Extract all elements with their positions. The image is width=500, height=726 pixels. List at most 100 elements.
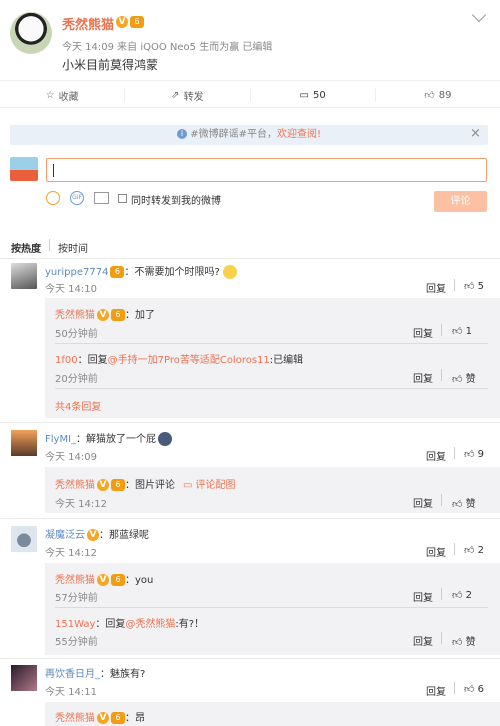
thumb-up-icon: 👍︎ xyxy=(464,684,475,695)
post-text: 小米目前莫得鸿蒙 xyxy=(62,58,159,72)
reply-button[interactable]: 回复 xyxy=(413,633,433,648)
image-icon: ▭ xyxy=(183,480,193,491)
thumb-up-icon: 👍︎ xyxy=(452,374,463,385)
reply-button[interactable]: 回复 xyxy=(413,495,433,510)
divider xyxy=(441,632,442,644)
mention-link[interactable]: @手持一加7Pro苦等适配Coloros11 xyxy=(108,355,270,366)
divider xyxy=(0,422,500,423)
repost-button[interactable]: ⇗ 转发 xyxy=(125,88,251,103)
comment-time: 今天 14:12 xyxy=(45,548,97,559)
emoji-icon xyxy=(222,265,237,279)
divider xyxy=(454,543,455,555)
reply-like-button[interactable]: 👍︎ 赞 xyxy=(452,370,476,385)
reply-user[interactable]: 秃然熊猫 xyxy=(55,310,95,321)
comment-text: ：魅族有? xyxy=(100,669,146,680)
avatar[interactable] xyxy=(11,263,37,289)
comment-user[interactable]: FlyMI_ xyxy=(45,434,76,445)
divider xyxy=(0,658,500,659)
reply-user[interactable]: 秃然熊猫 xyxy=(55,713,95,724)
divider xyxy=(454,447,455,459)
divider xyxy=(441,324,442,336)
reply-button[interactable]: 回复 xyxy=(413,370,433,385)
divider xyxy=(55,343,488,344)
verified-badge: V6 xyxy=(116,16,144,28)
reply-like-button[interactable]: 👍︎ 赞 xyxy=(452,633,476,648)
my-avatar xyxy=(10,157,38,181)
thumb-up-icon: 👍︎ xyxy=(464,281,475,292)
sort-time-tab[interactable]: 按时间 xyxy=(58,240,88,255)
thumb-up-icon: 👍︎ xyxy=(452,637,463,648)
comment-like-button[interactable]: 👍︎ 6 xyxy=(464,683,484,695)
reply-text: :已编辑 xyxy=(269,355,304,366)
divider xyxy=(454,279,455,291)
emoji-icon[interactable] xyxy=(46,191,60,205)
gif-icon[interactable]: GIF xyxy=(70,191,84,205)
comment-text: ：不需要加个时限吗? xyxy=(124,267,220,278)
notice-close-button[interactable]: × xyxy=(470,126,481,141)
verified-badge: V xyxy=(97,309,109,321)
more-replies-link[interactable]: 共4条回复 xyxy=(55,398,101,413)
author-avatar[interactable] xyxy=(10,12,52,54)
submit-comment-button[interactable]: 评论 xyxy=(434,191,487,212)
comment-like-button[interactable]: 👍︎ 9 xyxy=(464,448,484,460)
thumb-up-icon: 👍︎ xyxy=(452,326,463,337)
author-name[interactable]: 秃然熊猫 xyxy=(62,14,114,33)
reply-like-button[interactable]: 👍︎ 1 xyxy=(452,325,472,337)
comment-like-button[interactable]: 👍︎ 5 xyxy=(464,280,484,292)
comment-user[interactable]: 凝魔泛云 xyxy=(45,530,85,541)
reply-button[interactable]: 回复 xyxy=(426,448,446,463)
reply-button[interactable]: 回复 xyxy=(413,589,433,604)
divider xyxy=(55,388,488,389)
comment-text: ：解猫放了一个屁 xyxy=(76,434,157,445)
verified-badge: V xyxy=(97,712,109,724)
reply-text: ：图片评论 xyxy=(125,480,175,491)
reply-user[interactable]: 1f00 xyxy=(55,355,78,366)
comment-time: 今天 14:10 xyxy=(45,284,97,295)
reply-like-button[interactable]: 👍︎ 赞 xyxy=(452,495,476,510)
reply-text: ：you xyxy=(125,575,154,586)
like-button[interactable]: 👍︎ 89 xyxy=(376,88,500,102)
level-badge: 6 xyxy=(111,309,125,321)
reply-button[interactable]: 回复 xyxy=(413,325,433,340)
favorite-button[interactable]: ☆ 收藏 xyxy=(0,88,126,103)
reply-time: 20分钟前 xyxy=(55,374,98,385)
verified-badge: V xyxy=(87,529,99,541)
avatar[interactable] xyxy=(11,526,37,552)
thumb-up-icon: 👍︎ xyxy=(452,499,463,510)
reply-like-button[interactable]: 👍︎ 2 xyxy=(452,589,472,601)
reply-user[interactable]: 秃然熊猫 xyxy=(55,480,95,491)
reply-button[interactable]: 回复 xyxy=(426,683,446,698)
image-icon[interactable] xyxy=(94,192,109,204)
sync-checkbox[interactable] xyxy=(118,194,127,203)
thumb-up-icon: 👍︎ xyxy=(464,449,475,460)
comment-user[interactable]: 再饮香日月_ xyxy=(45,669,100,680)
chevron-down-icon[interactable] xyxy=(471,7,487,23)
post-action-bar: ☆ 收藏 ⇗ 转发 ▭ 50 👍︎ 89 xyxy=(0,80,500,108)
reply-button[interactable]: 回复 xyxy=(426,280,446,295)
reply-button[interactable]: 回复 xyxy=(426,544,446,559)
level-badge: 6 xyxy=(110,266,125,278)
comment-image-link[interactable]: 评论配图 xyxy=(195,480,235,491)
reply-time: 50分钟前 xyxy=(55,329,98,340)
divider xyxy=(0,518,500,519)
mention-link[interactable]: @秃然熊猫 xyxy=(125,619,175,630)
reply-user[interactable]: 秃然熊猫 xyxy=(55,575,95,586)
divider xyxy=(441,369,442,381)
notice-link[interactable]: 欢迎查阅! xyxy=(277,129,321,140)
reply-time: 今天 14:12 xyxy=(55,499,107,510)
reply-time: 55分钟前 xyxy=(55,637,98,648)
level-badge: 6 xyxy=(111,479,125,491)
sort-hot-tab[interactable]: 按热度 xyxy=(11,240,41,255)
comment-input[interactable] xyxy=(46,158,487,182)
avatar[interactable] xyxy=(11,665,37,691)
reply-prefix: ：回复 xyxy=(77,355,108,366)
divider xyxy=(0,258,500,259)
sort-divider xyxy=(49,239,50,251)
comment-like-button[interactable]: 👍︎ 2 xyxy=(464,544,484,556)
reply-user[interactable]: 151Way xyxy=(55,619,95,630)
verified-badge: V xyxy=(97,479,109,491)
comment-text: ：那蓝绿呢 xyxy=(99,530,149,541)
comment-user[interactable]: yurippe7774 xyxy=(45,267,108,278)
avatar[interactable] xyxy=(11,430,37,456)
comment-button[interactable]: ▭ 50 xyxy=(251,88,376,102)
